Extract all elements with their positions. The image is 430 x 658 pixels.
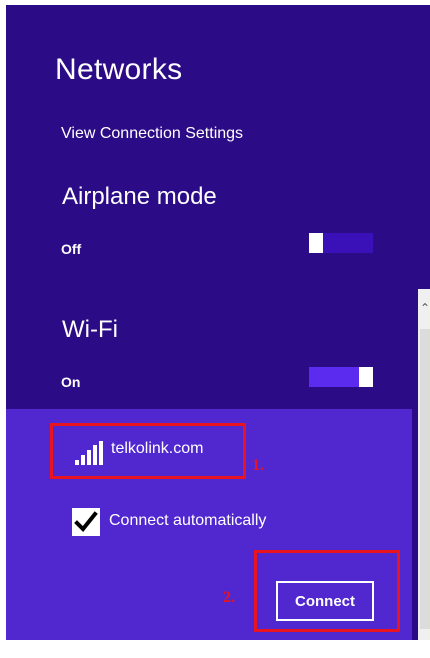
network-name: telkolink.com — [111, 440, 204, 457]
connect-button[interactable]: Connect — [276, 581, 374, 621]
airplane-mode-state: Off — [61, 241, 82, 257]
scrollbar[interactable]: ⌃ — [418, 289, 430, 648]
step-2-annotation: 2. — [223, 589, 235, 606]
wifi-label: Wi-Fi — [62, 316, 118, 343]
checkmark-icon — [74, 511, 98, 532]
toggle-thumb — [309, 233, 323, 253]
scroll-up-arrow-icon[interactable]: ⌃ — [418, 301, 430, 315]
airplane-mode-label: Airplane mode — [62, 183, 217, 210]
page-title: Networks — [55, 53, 183, 86]
wifi-toggle[interactable] — [309, 367, 373, 387]
connect-automatically-checkbox[interactable] — [72, 508, 100, 536]
bottom-edge — [6, 640, 430, 658]
step-1-annotation: 1. — [252, 457, 264, 474]
networks-flyout: Networks View Connection Settings Airpla… — [6, 5, 430, 648]
toggle-thumb — [359, 367, 373, 387]
network-item-telkolink[interactable]: telkolink.com — [50, 423, 246, 479]
wifi-state: On — [61, 374, 81, 390]
scroll-thumb[interactable] — [420, 329, 430, 629]
airplane-mode-toggle[interactable] — [309, 233, 373, 253]
wifi-signal-bars-icon — [75, 441, 103, 465]
connect-automatically-label[interactable]: Connect automatically — [109, 512, 266, 530]
view-connection-settings-link[interactable]: View Connection Settings — [61, 125, 243, 143]
